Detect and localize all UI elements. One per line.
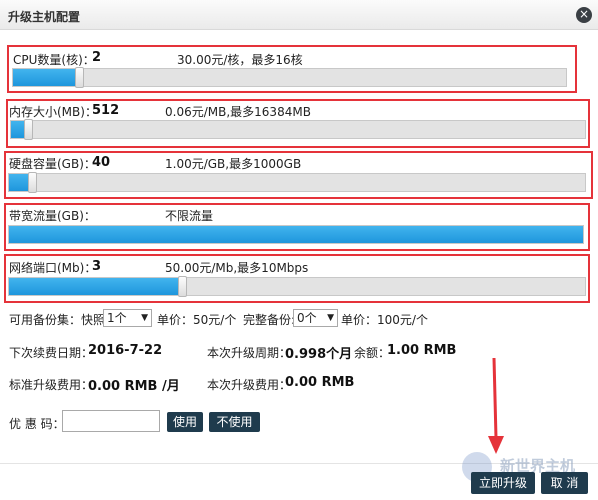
memory-slider-handle[interactable] [24, 119, 34, 140]
close-icon[interactable]: × [576, 7, 592, 23]
disk-value: 40 [92, 155, 111, 170]
cancel-button[interactable]: 取 消 [541, 472, 588, 494]
snapshot-select-value: 1个 [107, 311, 127, 325]
memory-slider-track[interactable] [10, 119, 586, 140]
bandwidth-price: 不限流量 [165, 209, 214, 223]
cpu-value: 2 [92, 50, 102, 65]
coupon-input[interactable] [62, 410, 160, 432]
full-backup-label: 完整备份: [243, 313, 296, 327]
dialog-titlebar: 升级主机配置 × [0, 0, 598, 30]
renewal-date-label: 下次续费日期： [9, 346, 94, 360]
cpu-label: CPU数量(核)： [13, 53, 95, 67]
balance-value: 1.00 RMB [387, 343, 457, 358]
bandwidth-slider-track [8, 225, 584, 244]
memory-label: 内存大小(MB)： [9, 105, 97, 119]
port-slider-track[interactable] [8, 276, 586, 297]
port-label: 网络端口(Mb)： [9, 261, 97, 275]
dialog-title: 升级主机配置 [8, 10, 81, 24]
disk-slider-track[interactable] [8, 172, 586, 193]
current-fee-value: 0.00 RMB [285, 375, 355, 390]
renewal-date-value: 2016-7-22 [88, 343, 163, 358]
backup-label: 可用备份集：快照: [9, 313, 110, 327]
memory-price: 0.06元/MB,最多16384MB [165, 105, 311, 119]
snapshot-price: 单价：50元/个 [157, 313, 237, 327]
full-backup-select[interactable]: 0个 ▼ [293, 309, 338, 327]
disk-slider-handle[interactable] [28, 172, 38, 193]
upgrade-period-value: 0.998个月 [285, 347, 353, 362]
upgrade-period-label: 本次升级周期： [207, 346, 292, 360]
annotation-arrow-icon [488, 357, 504, 454]
coupon-label: 优 惠 码： [9, 417, 65, 431]
balance-label: 余额： [354, 346, 391, 360]
cpu-slider-track[interactable] [12, 67, 567, 88]
chevron-down-icon: ▼ [141, 313, 148, 323]
cpu-price: 30.00元/核，最多16核 [177, 53, 303, 67]
chevron-down-icon: ▼ [327, 313, 334, 323]
bandwidth-slider-fill [9, 226, 583, 243]
use-coupon-button[interactable]: 使用 [167, 412, 203, 432]
current-fee-label: 本次升级费用： [207, 378, 292, 392]
cpu-slider-handle[interactable] [75, 67, 85, 88]
port-price: 50.00元/Mb,最多10Mbps [165, 261, 309, 275]
not-use-coupon-button[interactable]: 不使用 [209, 412, 260, 432]
cpu-slider-fill [13, 69, 80, 86]
memory-value: 512 [92, 103, 120, 118]
standard-fee-value: 0.00 RMB /月 [88, 379, 180, 394]
port-value: 3 [92, 259, 102, 274]
standard-fee-label: 标准升级费用： [9, 378, 94, 392]
full-backup-select-value: 0个 [297, 311, 317, 325]
disk-label: 硬盘容量(GB)： [9, 157, 96, 171]
port-slider-fill [9, 278, 182, 295]
snapshot-select[interactable]: 1个 ▼ [103, 309, 152, 327]
disk-price: 1.00元/GB,最多1000GB [165, 157, 302, 171]
full-backup-price: 单价：100元/个 [341, 313, 428, 327]
bandwidth-label: 带宽流量(GB)： [9, 209, 96, 223]
port-slider-handle[interactable] [177, 276, 187, 297]
upgrade-now-button[interactable]: 立即升级 [471, 472, 535, 494]
